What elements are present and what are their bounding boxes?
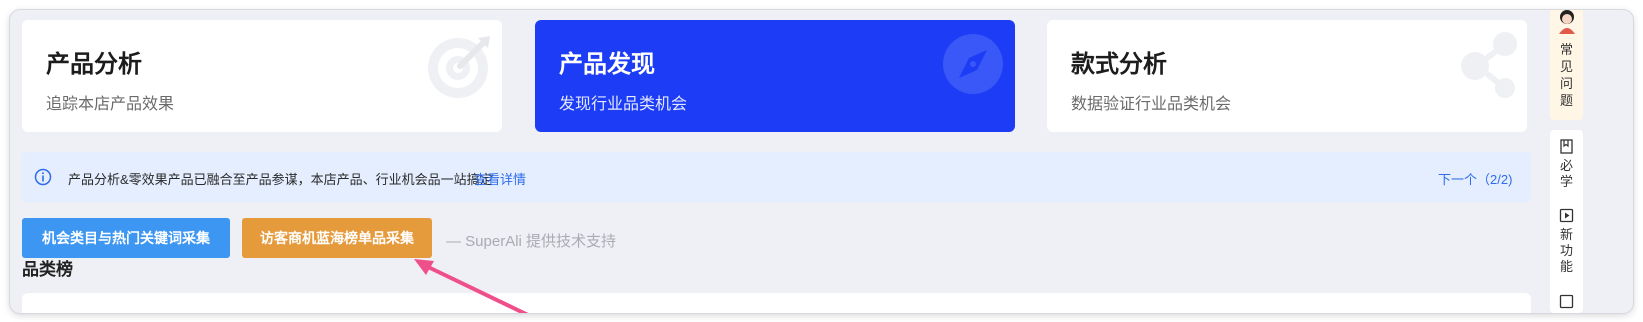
must-learn-label-2[interactable]: 学 [1550,174,1583,190]
next-notice-link[interactable]: 下一个（2/2) [1438,169,1512,188]
collect-bluesea-button[interactable]: 访客商机蓝海榜单品采集 [242,218,432,258]
avatar-icon [1559,10,1575,34]
annotation-arrow [414,259,529,313]
app-window: 产品分析 追踪本店产品效果 产品发现 发现行业品类机会 款式分析 数据验证行业品… [10,10,1633,313]
share-nodes-icon [1461,32,1517,98]
faq-label-1: 常 [1559,42,1573,57]
card-title: 产品分析 [46,51,142,78]
new-feature-label-1[interactable]: 新 [1550,227,1583,243]
play-icon[interactable] [1559,208,1574,223]
right-sidebar: 常 见 问 题 必 学 新 功 能 [1540,10,1583,313]
view-details-link[interactable]: 查看详情 [474,169,526,188]
book-icon[interactable] [1559,139,1574,154]
info-icon [34,168,52,186]
notice-message: 产品分析&零效果产品已融合至产品参谋，本店产品、行业机会品一站搞定 [68,172,493,187]
credit-text: — SuperAli 提供技术支持 [446,233,617,250]
notice-banner: 产品分析&零效果产品已融合至产品参谋，本店产品、行业机会品一站搞定 查看详情 下… [22,152,1531,202]
new-feature-label-3[interactable]: 能 [1550,259,1583,275]
question-icon[interactable] [1559,294,1574,309]
card-title: 产品发现 [559,51,655,78]
must-learn-label-1[interactable]: 必 [1550,158,1583,174]
faq-label-3: 问 [1559,76,1573,91]
faq-label-2: 见 [1559,59,1573,74]
target-icon [428,36,490,98]
ranking-panel [22,293,1531,313]
card-product-analysis[interactable]: 产品分析 追踪本店产品效果 [22,20,502,132]
section-title: 品类榜 [22,260,73,279]
card-subtitle: 追踪本店产品效果 [46,96,175,113]
faq-label-4: 题 [1559,93,1573,108]
card-product-discovery[interactable]: 产品发现 发现行业品类机会 [535,20,1015,132]
card-style-analysis[interactable]: 款式分析 数据验证行业品类机会 [1047,20,1527,132]
card-subtitle: 数据验证行业品类机会 [1071,96,1232,113]
collect-keywords-button[interactable]: 机会类目与热门关键词采集 [22,218,230,258]
faq-button[interactable]: 常 见 问 题 [1550,10,1583,120]
compass-icon [943,34,1003,94]
new-feature-label-2[interactable]: 功 [1550,243,1583,259]
card-title: 款式分析 [1071,51,1167,78]
tool-rail: 必 学 新 功 能 [1550,130,1583,313]
card-subtitle: 发现行业品类机会 [559,96,688,113]
